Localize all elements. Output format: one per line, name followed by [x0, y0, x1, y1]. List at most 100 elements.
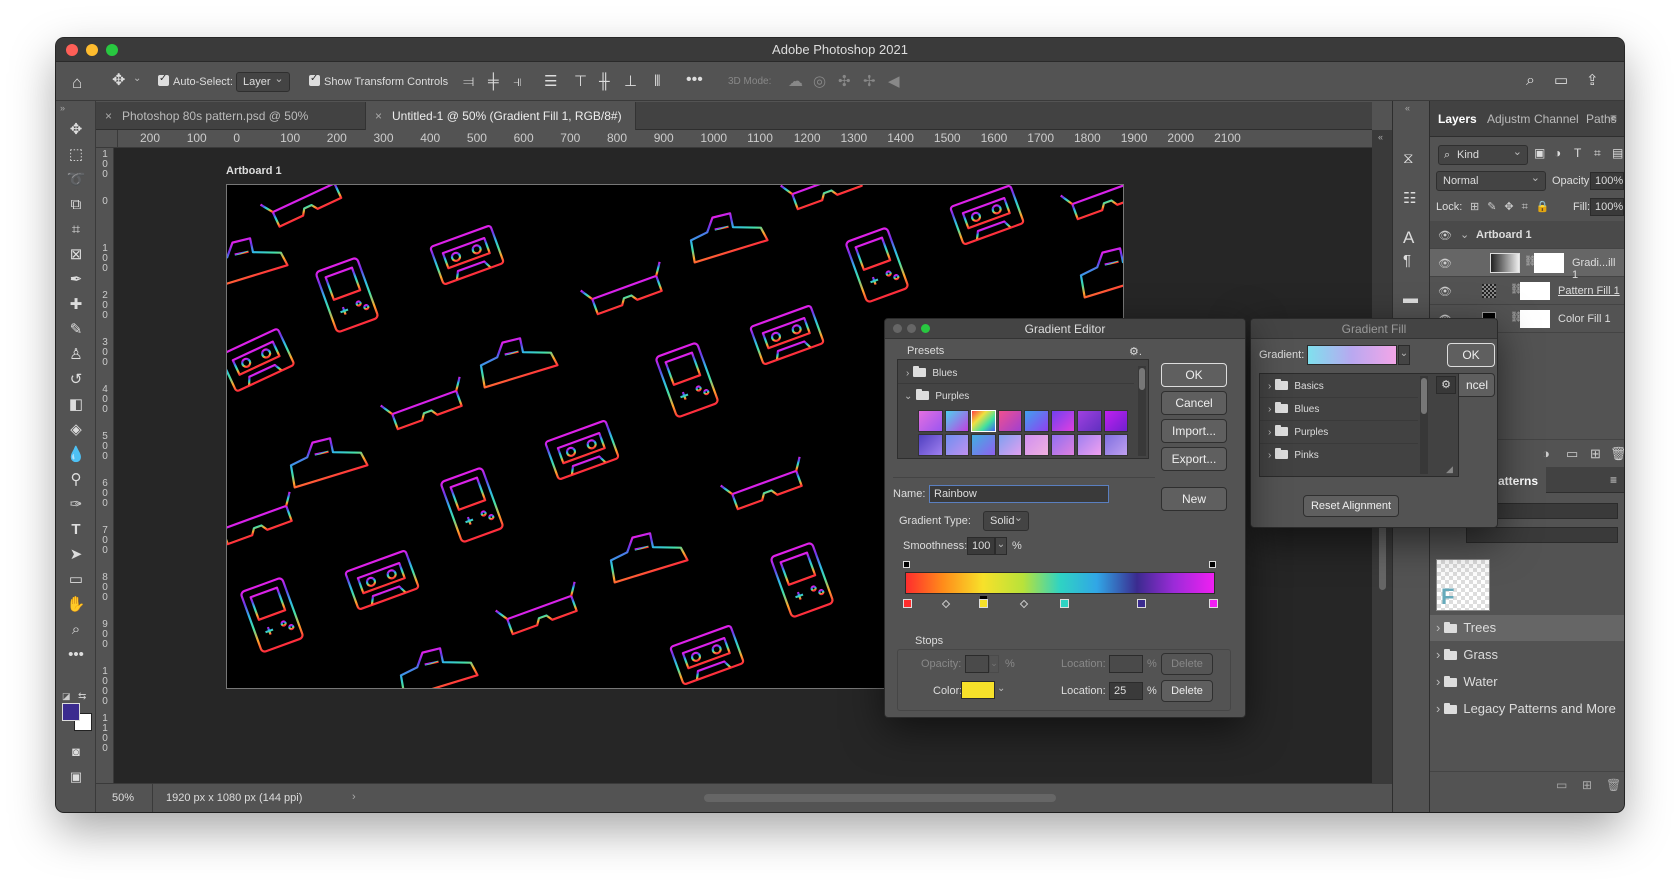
expand-chevron-icon[interactable]: ⌄ [1460, 228, 1469, 241]
home-icon[interactable]: ⌂ [72, 74, 82, 91]
horizontal-scroll-thumb[interactable] [704, 794, 1056, 802]
close-tab-icon[interactable]: × [105, 102, 112, 130]
preset-swatch[interactable] [997, 434, 1022, 456]
align-left-icon[interactable]: ⫤ [463, 74, 474, 89]
gradient-editor-ok-button[interactable]: OK [1161, 363, 1227, 387]
horizontal-ruler[interactable]: 200 100 0 100 200 300 400 500 600 700 800 900 1000 11… [118, 130, 1372, 148]
zoom-level[interactable]: 50% [112, 792, 134, 804]
preset-swatch[interactable] [944, 410, 969, 432]
color-stop-yellow-selected[interactable] [979, 599, 988, 608]
3d-roll-icon[interactable]: ◎ [813, 74, 826, 89]
move-tool-icon[interactable]: ✥ [64, 119, 88, 141]
layer-artboard-1[interactable]: 👁 ⌄ Artboard 1 [1430, 221, 1624, 249]
stop-color-chevron-icon[interactable]: ⌄ [997, 683, 1005, 694]
new-pattern-icon[interactable]: ⊞ [1582, 778, 1592, 792]
collapse-tools-icon[interactable]: » [60, 103, 65, 113]
rectangle-tool-icon[interactable]: ▭ [64, 569, 88, 591]
gradient-name-input[interactable]: Rainbow [929, 485, 1109, 503]
lock-icons[interactable]: ⊞✎✥⌗🔒 [1470, 200, 1558, 214]
preset-swatch[interactable] [1077, 410, 1102, 432]
preset-folder-blues[interactable]: › Blues [1260, 399, 1418, 421]
visibility-eye-icon[interactable]: 👁 [1438, 229, 1452, 242]
gradient-ramp[interactable] [905, 572, 1215, 594]
dialog-close-button[interactable] [893, 324, 902, 333]
scroll-thumb[interactable] [1421, 378, 1427, 414]
stop-color-swatch[interactable] [961, 681, 995, 699]
collapse-strip-icon[interactable]: « [1405, 103, 1410, 113]
brush-tool-icon[interactable]: ✎ [64, 319, 88, 341]
tab-channels[interactable]: Channel [1534, 112, 1579, 126]
share-icon[interactable]: ⇪ [1586, 73, 1599, 88]
type-tool-icon[interactable]: T [64, 519, 88, 541]
3d-orbit-icon[interactable]: ☁ [788, 74, 803, 89]
export-button[interactable]: Export... [1161, 447, 1227, 471]
presets-gear-icon[interactable]: ⚙. [1129, 345, 1142, 358]
resize-grip-icon[interactable]: ◢ [1446, 464, 1453, 475]
new-group-icon[interactable]: ▭ [1566, 446, 1578, 462]
color-stop-magenta[interactable] [1209, 599, 1218, 608]
pattern-folder-grass[interactable]: › Grass [1430, 642, 1624, 668]
ruler-origin[interactable] [96, 130, 118, 148]
new-pattern-group-icon[interactable]: ▭ [1556, 778, 1567, 792]
delete-layer-icon[interactable]: 🗑 [1610, 446, 1624, 462]
preset-swatch[interactable] [1024, 434, 1049, 456]
gradient-type-dropdown[interactable]: Solid [983, 509, 1029, 531]
move-tool-icon[interactable]: ✥ [112, 73, 125, 89]
minimize-window-button[interactable] [86, 44, 98, 56]
panel-menu-icon[interactable]: ≡ [1610, 111, 1617, 125]
crop-tool-icon[interactable]: ⌗ [64, 219, 88, 241]
layer-pattern-fill-1[interactable]: 👁 ⛓ Pattern Fill 1 [1430, 277, 1624, 305]
path-select-icon[interactable]: ➤ [64, 544, 88, 566]
tool-preset-chevron-icon[interactable]: ⌄ [133, 74, 141, 84]
preset-swatch[interactable] [944, 434, 969, 456]
hand-tool-icon[interactable]: ✋ [64, 594, 88, 616]
distribute-v-icon[interactable]: ⦀ [654, 74, 661, 89]
preset-folder-blues[interactable]: › Blues [898, 364, 1134, 384]
opacity-stop-left[interactable] [903, 561, 910, 568]
zoom-window-button[interactable] [106, 44, 118, 56]
preset-folder-basics[interactable]: › Basics [1260, 376, 1418, 398]
adjustment-layer-icon[interactable]: ◑ [1542, 446, 1550, 461]
pattern-size-field[interactable] [1466, 527, 1618, 543]
filter-pixel-icon[interactable]: ▣ [1534, 147, 1545, 159]
align-center-h-icon[interactable]: ╪ [488, 74, 499, 89]
paragraph-panel-icon[interactable]: ¶ [1403, 253, 1411, 268]
3d-slide-icon[interactable]: ✢ [863, 74, 876, 89]
new-gradient-button[interactable]: New [1161, 487, 1227, 511]
color-stop-delete-button[interactable]: Delete [1161, 680, 1213, 702]
filter-type-icon[interactable]: T [1574, 147, 1581, 159]
edit-toolbar-icon[interactable]: ••• [64, 644, 88, 666]
import-button[interactable]: Import... [1161, 419, 1227, 443]
align-bottom-icon[interactable]: ⊥ [624, 74, 637, 89]
status-menu-chevron-icon[interactable]: › [352, 791, 356, 803]
adjustments-panel-icon[interactable]: ☷ [1403, 191, 1416, 206]
3d-pan-icon[interactable]: ✣ [838, 74, 851, 89]
zoom-tool-icon[interactable]: ⌕ [64, 619, 88, 641]
stamp-tool-icon[interactable]: ♙ [64, 344, 88, 366]
eraser-tool-icon[interactable]: ◧ [64, 394, 88, 416]
show-transform-controls-checkbox[interactable]: Show Transform Controls [309, 73, 448, 88]
preset-swatch[interactable] [971, 434, 996, 456]
opacity-stop-right[interactable] [1209, 561, 1216, 568]
history-brush-icon[interactable]: ↺ [64, 369, 88, 391]
dodge-tool-icon[interactable]: ⚲ [64, 469, 88, 491]
gradient-preview-swatch[interactable] [1307, 345, 1397, 365]
color-stop-cyan[interactable] [1060, 599, 1069, 608]
preset-swatch[interactable] [1103, 410, 1128, 432]
pattern-thumbnail[interactable]: F [1436, 559, 1490, 611]
search-icon[interactable]: ⌕ [1526, 73, 1535, 89]
preset-swatch[interactable] [1050, 410, 1075, 432]
visibility-eye-icon[interactable]: 👁 [1438, 285, 1452, 298]
preset-swatch[interactable] [971, 410, 996, 432]
preset-swatch[interactable] [1050, 434, 1075, 456]
workspace-icon[interactable]: ▭ [1554, 73, 1568, 88]
smoothness-chevron-icon[interactable]: ⌄ [995, 537, 1007, 555]
vertical-ruler[interactable]: 100010020030040050060070080090010001100 [96, 148, 114, 783]
reset-alignment-button[interactable]: Reset Alignment [1303, 495, 1399, 517]
history-panel-icon[interactable]: ⧖ [1403, 151, 1414, 166]
gradient-fill-ok-button[interactable]: OK [1447, 343, 1495, 367]
default-colors-icon[interactable]: ◪ [62, 691, 71, 702]
midpoint-diamond-1[interactable] [941, 599, 951, 609]
swap-colors-icon[interactable]: ⇆ [78, 691, 86, 702]
layer-gradient-fill-1[interactable]: 👁 ⛓ Gradi...ill 1 [1430, 249, 1624, 281]
